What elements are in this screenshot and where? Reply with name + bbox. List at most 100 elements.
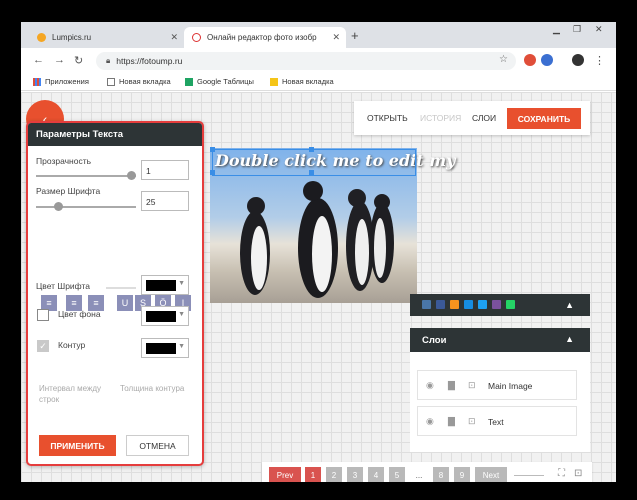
opacity-slider-knob[interactable] bbox=[127, 171, 136, 180]
layers-list: ◉ ▇ ⊡ Main Image ◉ ▇ ⊡ Text bbox=[410, 352, 590, 452]
outline-checkbox[interactable]: ✓ bbox=[37, 340, 49, 352]
viber-icon[interactable] bbox=[492, 300, 501, 309]
extension-icon[interactable] bbox=[524, 54, 536, 66]
tab-editor[interactable]: Онлайн редактор фото изобр ✕ bbox=[184, 27, 346, 48]
next-button[interactable]: Next bbox=[475, 467, 507, 482]
mailru-icon[interactable] bbox=[464, 300, 473, 309]
image-icon bbox=[270, 77, 278, 86]
eye-icon[interactable]: ◉ bbox=[426, 416, 434, 427]
avatar[interactable] bbox=[572, 54, 584, 66]
bg-color-select[interactable]: ▼ bbox=[141, 306, 189, 326]
url-text: https://fotoump.ru bbox=[116, 56, 183, 66]
resize-handle[interactable] bbox=[309, 170, 314, 175]
cancel-button[interactable]: ОТМЕНА bbox=[126, 435, 189, 456]
sheets-icon bbox=[185, 77, 193, 86]
open-button[interactable]: ОТКРЫТЬ bbox=[367, 113, 408, 123]
color-swatch bbox=[146, 280, 176, 291]
opacity-label: Прозрачность bbox=[36, 156, 92, 166]
underline-button[interactable]: U bbox=[117, 295, 133, 311]
chevron-down-icon: ▼ bbox=[178, 343, 185, 350]
address-bar-row: ← → ↻ 🔒︎ https://fotoump.ru ☆ ⋮ bbox=[21, 48, 616, 74]
chevron-down-icon: ▼ bbox=[178, 280, 185, 287]
layer-name: Main Image bbox=[488, 381, 533, 391]
prev-button[interactable]: Prev bbox=[269, 467, 301, 482]
save-button[interactable]: СОХРАНИТЬ bbox=[507, 108, 581, 129]
opacity-input[interactable]: 1 bbox=[141, 160, 189, 180]
back-icon[interactable]: ← bbox=[33, 54, 44, 66]
trash-icon[interactable]: ▇ bbox=[448, 380, 455, 391]
tab-lumpics[interactable]: Lumpics.ru ✕ bbox=[29, 27, 184, 48]
extension-icon[interactable] bbox=[541, 54, 553, 66]
layers-button[interactable]: СЛОИ bbox=[472, 113, 496, 123]
fit-screen-icon[interactable]: ⊡ bbox=[574, 468, 582, 479]
bookmark-star-icon[interactable]: ☆ bbox=[499, 54, 508, 65]
tab-title: Lumpics.ru bbox=[52, 33, 92, 42]
font-size-slider-knob[interactable] bbox=[54, 202, 63, 211]
new-tab-icon[interactable]: + bbox=[351, 28, 359, 43]
page-2-button[interactable]: 2 bbox=[326, 467, 342, 482]
bookmark-label: Приложения bbox=[45, 77, 89, 86]
apps-icon bbox=[33, 77, 41, 86]
close-window-icon[interactable]: ✕ bbox=[595, 24, 603, 35]
outline-width-label: Толщина контура bbox=[120, 384, 185, 393]
odnoklassniki-icon[interactable] bbox=[450, 300, 459, 309]
bg-color-checkbox[interactable] bbox=[37, 309, 49, 321]
bookmark-new-tab[interactable]: Новая вкладка bbox=[107, 77, 171, 86]
bookmark-label: Новая вкладка bbox=[282, 77, 334, 86]
chevron-up-icon[interactable]: ▲ bbox=[565, 300, 574, 310]
text-selection-box[interactable] bbox=[210, 147, 416, 176]
bookmark-label: Новая вкладка bbox=[119, 77, 171, 86]
page-8-button[interactable]: 8 bbox=[433, 467, 449, 482]
editor-favicon-icon bbox=[192, 33, 201, 42]
page-4-button[interactable]: 4 bbox=[368, 467, 384, 482]
panel-title: Параметры Текста bbox=[28, 123, 202, 146]
maximize-icon[interactable]: ❐ bbox=[573, 24, 581, 35]
lock-icon[interactable]: ⊡ bbox=[468, 380, 476, 391]
twitter-icon[interactable] bbox=[478, 300, 487, 309]
opacity-slider[interactable] bbox=[36, 171, 136, 180]
bookmark-google-sheets[interactable]: Google Таблицы bbox=[185, 77, 254, 86]
resize-handle[interactable] bbox=[210, 147, 215, 152]
resize-handle[interactable] bbox=[210, 170, 215, 175]
browser-window: Lumpics.ru ✕ Онлайн редактор фото изобр … bbox=[21, 22, 616, 482]
bookmark-new-tab-2[interactable]: Новая вкладка bbox=[270, 77, 334, 86]
color-swatch bbox=[146, 343, 176, 354]
layer-item-text[interactable]: ◉ ▇ ⊡ Text bbox=[417, 406, 577, 436]
layer-item-main-image[interactable]: ◉ ▇ ⊡ Main Image bbox=[417, 370, 577, 400]
close-tab-icon[interactable]: ✕ bbox=[170, 32, 178, 43]
url-input[interactable]: 🔒︎ https://fotoump.ru bbox=[96, 52, 516, 70]
lumpics-favicon-icon bbox=[37, 33, 46, 42]
layers-header[interactable]: Слои ▲ bbox=[410, 328, 590, 352]
bookmarks-bar: Приложения Новая вкладка Google Таблицы … bbox=[21, 74, 616, 91]
eye-icon[interactable]: ◉ bbox=[426, 380, 434, 391]
bookmark-apps[interactable]: Приложения bbox=[33, 77, 89, 86]
font-size-slider[interactable] bbox=[36, 202, 136, 211]
resize-handle[interactable] bbox=[309, 147, 314, 152]
history-button[interactable]: ИСТОРИЯ bbox=[420, 113, 461, 123]
minimize-icon[interactable]: ▁ bbox=[553, 24, 560, 35]
reload-icon[interactable]: ↻ bbox=[74, 54, 83, 67]
outline-color-select[interactable]: ▼ bbox=[141, 338, 189, 358]
page-1-button[interactable]: 1 bbox=[305, 467, 321, 482]
font-color-select[interactable]: ▼ bbox=[141, 275, 189, 295]
close-tab-icon[interactable]: ✕ bbox=[332, 32, 340, 43]
apply-button[interactable]: ПРИМЕНИТЬ bbox=[39, 435, 116, 456]
forward-icon[interactable]: → bbox=[54, 54, 65, 66]
fullscreen-icon[interactable]: ⛶ bbox=[558, 468, 565, 479]
menu-icon[interactable]: ⋮ bbox=[594, 54, 605, 67]
vk-icon[interactable] bbox=[422, 300, 431, 309]
lock-icon[interactable]: ⊡ bbox=[468, 416, 476, 427]
top-toolbar: ОТКРЫТЬ ИСТОРИЯ СЛОИ СОХРАНИТЬ bbox=[354, 101, 590, 135]
color-swatch bbox=[146, 311, 176, 322]
outline-label: Контур bbox=[58, 340, 86, 350]
page-5-button[interactable]: 5 bbox=[389, 467, 405, 482]
whatsapp-icon[interactable] bbox=[506, 300, 515, 309]
facebook-icon[interactable] bbox=[436, 300, 445, 309]
chevron-down-icon: ▼ bbox=[178, 311, 185, 318]
font-size-input[interactable]: 25 bbox=[141, 191, 189, 211]
chevron-up-icon[interactable]: ▲ bbox=[565, 334, 574, 344]
bg-color-label: Цвет фона bbox=[58, 309, 101, 319]
page-9-button[interactable]: 9 bbox=[454, 467, 470, 482]
trash-icon[interactable]: ▇ bbox=[448, 416, 455, 427]
page-3-button[interactable]: 3 bbox=[347, 467, 363, 482]
